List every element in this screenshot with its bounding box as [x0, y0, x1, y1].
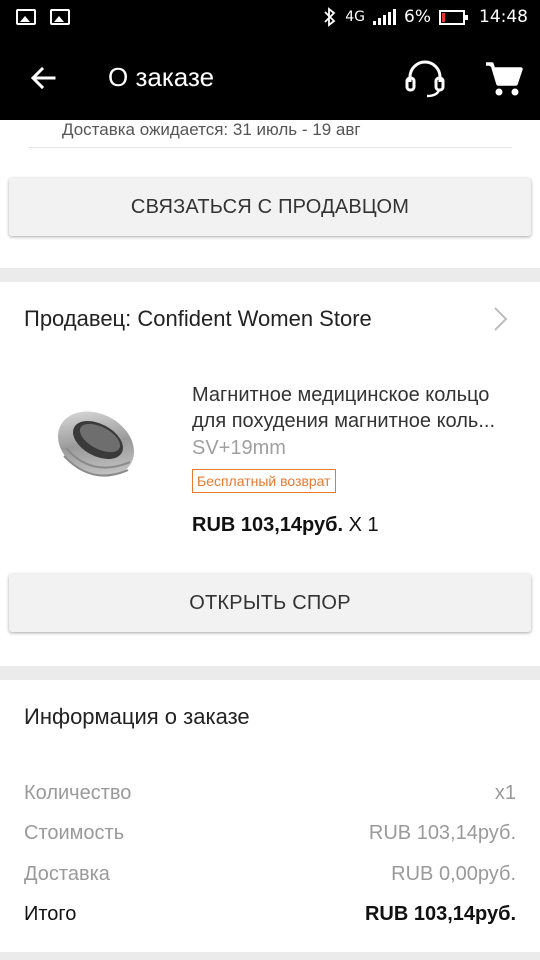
row-value: x1 [494, 782, 516, 804]
status-bar: 4G 6% 14:48 [0, 0, 540, 36]
contact-seller-button[interactable]: СВЯЗАТЬСЯ С ПРОДАВЦОМ [9, 178, 531, 236]
order-info-row-quantity: Количество x1 [24, 782, 516, 805]
product-quantity: X 1 [348, 514, 379, 536]
row-value: RUB 103,14руб. [364, 903, 516, 925]
product-name-line2: для похудения магнитное коль... [192, 410, 495, 432]
order-info-row-total: Итого RUB 103,14руб. [24, 903, 516, 926]
battery-percent: 6% [404, 7, 431, 27]
delivery-card: Доставка ожидается: 31 июль - 19 авг СВЯ… [0, 120, 540, 268]
row-label: Стоимость [24, 822, 125, 844]
seller-name[interactable]: Продавец: Confident Women Store [24, 306, 372, 332]
image-notification-icon [50, 9, 70, 25]
chevron-right-icon[interactable] [490, 304, 512, 334]
product-image[interactable] [48, 396, 160, 516]
seller-product-card: Продавец: Confident Women Store Магнитно… [0, 282, 540, 666]
back-arrow-icon[interactable] [24, 58, 64, 98]
product-price: RUB 103,14руб. [192, 514, 344, 536]
product-name-line1: Магнитное медицинское кольцо [192, 384, 490, 406]
product-name[interactable]: Магнитное медицинское кольцо для похуден… [192, 382, 522, 434]
row-value: RUB 0,00руб. [391, 863, 516, 885]
product-price-line: RUB 103,14руб. X 1 [192, 514, 379, 537]
row-label: Доставка [24, 863, 110, 885]
delivery-estimate: Доставка ожидается: 31 июль - 19 авг [62, 120, 361, 139]
product-variant: SV+19mm [192, 437, 286, 459]
free-return-badge: Бесплатный возврат [192, 469, 336, 493]
network-type: 4G [345, 9, 366, 25]
app-bar: О заказе [0, 36, 540, 120]
headset-support-icon[interactable] [403, 56, 447, 100]
page-title: О заказе [108, 62, 215, 92]
order-info-row-cost: Стоимость RUB 103,14руб. [24, 822, 516, 845]
order-info-row-shipping: Доставка RUB 0,00руб. [24, 863, 516, 886]
image-notification-icon [16, 9, 36, 25]
shopping-cart-icon[interactable] [484, 56, 524, 100]
order-info-title: Информация о заказе [24, 704, 250, 729]
clock: 14:48 [479, 7, 528, 27]
row-label: Итого [24, 903, 77, 925]
battery-icon [439, 9, 468, 25]
signal-icon [373, 9, 397, 25]
divider [28, 147, 512, 148]
open-dispute-button[interactable]: ОТКРЫТЬ СПОР [9, 574, 531, 632]
bluetooth-icon [324, 7, 336, 27]
order-info-card: Информация о заказе Количество x1 Стоимо… [0, 680, 540, 952]
row-value: RUB 103,14руб. [368, 822, 516, 844]
row-label: Количество [24, 782, 132, 804]
